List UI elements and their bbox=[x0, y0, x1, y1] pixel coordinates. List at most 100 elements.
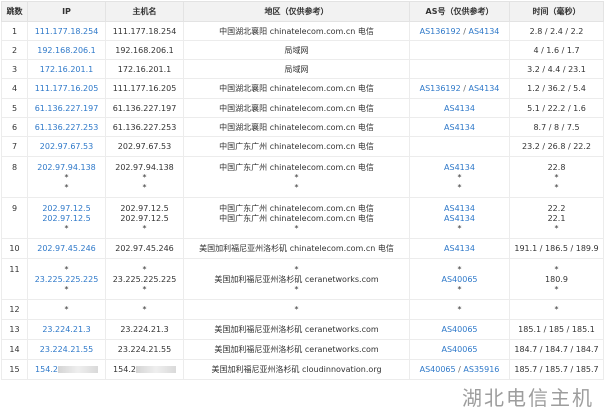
hop-cell: 10 bbox=[1, 238, 28, 259]
region-lines: 中国湖北襄阳 chinatelecom.com.cn 电信 bbox=[186, 119, 407, 134]
ip-lines: 61.136.227.253 bbox=[30, 119, 103, 134]
time-cell: 185.7 / 185.7 / 185.7 bbox=[509, 359, 604, 380]
hostname-text: 23.224.21.3 bbox=[120, 325, 169, 334]
asn-link[interactable]: AS4134 bbox=[444, 204, 475, 213]
time-text: 185.7 / 185.7 / 185.7 bbox=[514, 365, 599, 374]
ip-link[interactable]: 172.16.201.1 bbox=[30, 65, 103, 75]
table-header-row: 跳数 IP 主机名 地区（仅供参考） AS号（仅供参考） 时间（毫秒） bbox=[1, 1, 604, 22]
asn-link[interactable]: AS4134 bbox=[444, 163, 475, 172]
asn-link[interactable]: AS136192 bbox=[420, 27, 461, 36]
time-cell: 2.8 / 2.4 / 2.2 bbox=[509, 21, 604, 41]
region-lines: 局域网 bbox=[186, 61, 407, 76]
ip-link[interactable]: 23.225.225.225 bbox=[30, 275, 103, 285]
ip-link[interactable]: 23.224.21.55 bbox=[30, 345, 103, 355]
ip-link[interactable]: 111.177.16.205 bbox=[30, 84, 103, 94]
asn-link[interactable]: AS40065 bbox=[442, 325, 478, 334]
hostname-cell: 192.168.206.1 bbox=[105, 40, 184, 60]
header-ip: IP bbox=[27, 1, 106, 22]
hostname-text: 61.136.227.197 bbox=[112, 104, 177, 113]
asn-cell: AS40065 bbox=[409, 319, 510, 340]
region-cell: 美国加利福尼亚州洛杉矶 ceranetworks.com bbox=[183, 319, 410, 340]
asn-lines: * AS40065 * bbox=[412, 260, 507, 296]
region-cell: 中国湖北襄阳 chinatelecom.com.cn 电信 bbox=[183, 78, 410, 99]
ip-link[interactable]: 61.136.227.253 bbox=[30, 123, 103, 133]
asn-lines: AS4134 bbox=[412, 119, 507, 134]
region-lines: * 美国加利福尼亚州洛杉矶 ceranetworks.com * bbox=[186, 260, 407, 296]
time-lines: 185.7 / 185.7 / 185.7 bbox=[512, 361, 601, 376]
region-lines: 美国加利福尼亚州洛杉矶 ceranetworks.com bbox=[186, 341, 407, 356]
time-lines: 2.8 / 2.4 / 2.2 bbox=[512, 23, 601, 38]
region-text: 美国加利福尼亚州洛杉矶 ceranetworks.com bbox=[214, 345, 379, 354]
table-row: 1 111.177.18.254 111.177.18.254 中国湖北襄阳 chin… bbox=[1, 21, 604, 41]
asn-cell: AS4134 bbox=[409, 238, 510, 259]
time-cell: * 180.9 * bbox=[509, 258, 604, 300]
time-text: 4 / 1.6 / 1.7 bbox=[533, 46, 580, 55]
ip-link[interactable]: 111.177.18.254 bbox=[30, 27, 103, 37]
table-row: 5 61.136.227.197 61.136.227.197 中国湖北襄阳 chin… bbox=[1, 98, 604, 118]
time-lines: 184.7 / 184.7 / 184.7 bbox=[512, 341, 601, 356]
ip-cell: * 23.225.225.225 * bbox=[27, 258, 106, 300]
asn-link[interactable]: AS40065 bbox=[442, 275, 478, 284]
region-cell: 局域网 bbox=[183, 40, 410, 60]
time-text: * bbox=[554, 305, 559, 314]
ip-link[interactable]: 202.97.67.53 bbox=[30, 142, 103, 152]
region-text: 中国广东广州 chinatelecom.com.cn 电信 bbox=[219, 214, 374, 223]
asn-link[interactable]: AS4134 bbox=[468, 27, 499, 36]
header-asn: AS号（仅供参考） bbox=[409, 1, 510, 22]
region-lines: 美国加利福尼亚州洛杉矶 ceranetworks.com bbox=[186, 321, 407, 336]
ip-link[interactable]: 61.136.227.197 bbox=[30, 104, 103, 114]
hostname-text: * bbox=[142, 173, 147, 182]
time-text: * bbox=[554, 285, 559, 294]
ip-lines: 111.177.16.205 bbox=[30, 80, 103, 95]
hostname-text: 202.97.45.246 bbox=[115, 244, 174, 253]
asn-link[interactable]: AS40065 bbox=[420, 365, 456, 374]
asn-cell: AS4134 bbox=[409, 117, 510, 137]
asn-empty: * bbox=[457, 224, 462, 233]
region-text: * bbox=[294, 173, 299, 182]
hostname-lines: 61.136.227.197 bbox=[108, 100, 181, 115]
asn-link[interactable]: AS40065 bbox=[442, 345, 478, 354]
ip-link[interactable]: 192.168.206.1 bbox=[30, 46, 103, 56]
time-cell: 191.1 / 186.5 / 189.9 bbox=[509, 238, 604, 259]
hostname-text: 192.168.206.1 bbox=[115, 46, 174, 55]
table-row: 9 202.97.12.5 202.97.12.5 * 202.97.12.5 202.9… bbox=[1, 197, 604, 239]
time-cell: 5.1 / 22.2 / 1.6 bbox=[509, 98, 604, 118]
time-text: 8.7 / 8 / 7.5 bbox=[533, 123, 580, 132]
ip-link[interactable]: 202.97.12.5 bbox=[30, 204, 103, 214]
hop-number: 11 bbox=[9, 265, 20, 274]
asn-link[interactable]: AS4134 bbox=[468, 84, 499, 93]
hostname-cell: 202.97.67.53 bbox=[105, 136, 184, 157]
hostname-cell: * 23.225.225.225 * bbox=[105, 258, 184, 300]
hostname-lines: * 23.225.225.225 * bbox=[108, 260, 181, 296]
asn-cell: AS40065 / AS35916 bbox=[409, 359, 510, 380]
ip-link[interactable]: 154.2 bbox=[30, 365, 103, 375]
ip-cell: 23.224.21.55 bbox=[27, 339, 106, 360]
hostname-text: 154.2 bbox=[108, 365, 181, 375]
ip-link[interactable]: 202.97.45.246 bbox=[30, 244, 103, 254]
ip-empty: * bbox=[64, 224, 69, 233]
ip-link[interactable]: 202.97.94.138 bbox=[30, 163, 103, 173]
ip-empty: * bbox=[64, 285, 69, 294]
ip-empty: * bbox=[64, 265, 69, 274]
time-cell: 8.7 / 8 / 7.5 bbox=[509, 117, 604, 137]
table-row: 14 23.224.21.55 23.224.21.55 美国加利福尼亚州洛杉矶 ce… bbox=[1, 339, 604, 360]
time-lines: 185.1 / 185 / 185.1 bbox=[512, 321, 601, 336]
asn-cell bbox=[409, 59, 510, 79]
asn-link[interactable]: AS136192 bbox=[420, 84, 461, 93]
asn-link[interactable]: AS4134 bbox=[444, 104, 475, 113]
hostname-cell: 202.97.94.138 * * bbox=[105, 156, 184, 198]
ip-lines: 23.224.21.3 bbox=[30, 321, 103, 336]
asn-line: * bbox=[412, 183, 507, 193]
watermark-text: 湖北电信主机 bbox=[462, 386, 594, 410]
hop-number: 1 bbox=[11, 27, 18, 36]
asn-link[interactable]: AS35916 bbox=[463, 365, 499, 374]
hostname-cell: 154.2 bbox=[105, 359, 184, 380]
ip-link[interactable]: 23.224.21.3 bbox=[30, 325, 103, 335]
asn-link[interactable]: AS4134 bbox=[444, 214, 475, 223]
asn-lines bbox=[412, 138, 507, 143]
ip-link[interactable]: 202.97.12.5 bbox=[30, 214, 103, 224]
asn-link[interactable]: AS4134 bbox=[444, 123, 475, 132]
hop-number: 10 bbox=[9, 244, 20, 253]
hostname-text: * bbox=[142, 224, 147, 233]
asn-link[interactable]: AS4134 bbox=[444, 244, 475, 253]
